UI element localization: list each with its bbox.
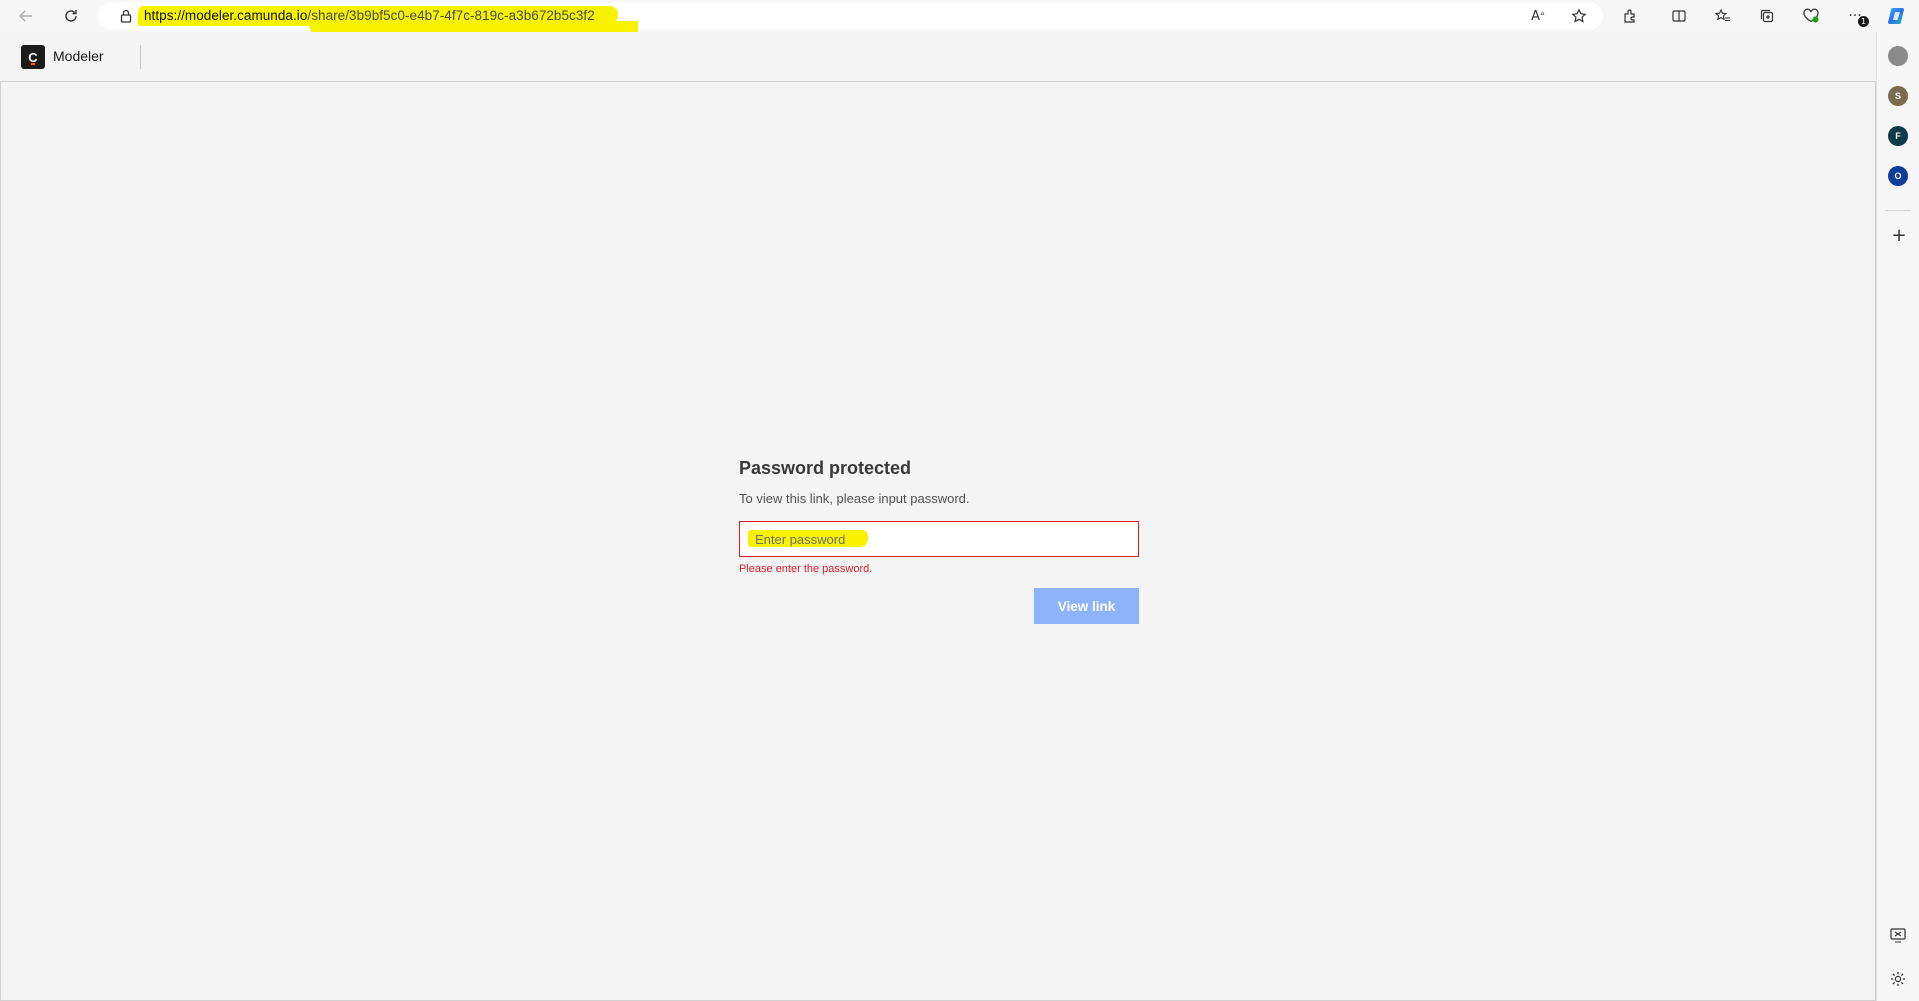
- sidebar-profile-3[interactable]: F: [1888, 126, 1908, 146]
- password-panel: Password protected To view this link, pl…: [739, 456, 1139, 624]
- settings-gear-icon[interactable]: [1889, 970, 1907, 993]
- browser-essentials-icon[interactable]: [1799, 4, 1823, 28]
- app-header: C Modeler: [0, 32, 1876, 82]
- sidebar-profile-1[interactable]: [1888, 46, 1908, 66]
- sidebar-profile-3-letter: F: [1895, 131, 1901, 141]
- screenshot-icon[interactable]: [1889, 926, 1907, 949]
- sidebar-profile-4[interactable]: O: [1888, 166, 1908, 186]
- password-field: [739, 521, 1139, 557]
- more-icon[interactable]: ··· 1: [1843, 4, 1869, 28]
- url-host: https://modeler.camunda.io: [144, 8, 308, 23]
- password-title: Password protected: [739, 458, 912, 478]
- logo-accent: [31, 63, 35, 65]
- password-input[interactable]: [740, 522, 1138, 556]
- favorites-icon[interactable]: [1711, 4, 1735, 28]
- collections-icon[interactable]: [1755, 4, 1779, 28]
- add-icon[interactable]: +: [1889, 226, 1909, 246]
- sidebar-profile-2[interactable]: S: [1888, 86, 1908, 106]
- extensions-icon[interactable]: [1618, 4, 1642, 28]
- browser-sidebar: S F O +: [1876, 32, 1919, 1001]
- view-link-button[interactable]: View link: [1034, 588, 1139, 624]
- sidebar-profile-4-letter: O: [1894, 171, 1902, 181]
- header-divider: [140, 45, 141, 69]
- notification-badge: 1: [1858, 16, 1869, 27]
- password-error-message: Please enter the password.: [739, 563, 873, 575]
- url-path: /share/3b9bf5c0-e4b7-4f7c-819c-a3b672b5c…: [307, 8, 595, 23]
- favorite-star-icon[interactable]: [1567, 4, 1591, 28]
- url-text[interactable]: https://modeler.camunda.io/share/3b9bf5c…: [144, 6, 595, 26]
- sidebar-divider: [1885, 210, 1911, 211]
- copilot-icon[interactable]: [1885, 4, 1909, 28]
- split-screen-icon[interactable]: [1667, 4, 1691, 28]
- browser-toolbar: https://modeler.camunda.io/share/3b9bf5c…: [0, 0, 1919, 39]
- back-icon[interactable]: [14, 4, 38, 28]
- password-description: To view this link, please input password…: [739, 491, 970, 506]
- app-name[interactable]: Modeler: [53, 48, 104, 64]
- address-bar[interactable]: https://modeler.camunda.io/share/3b9bf5c…: [98, 2, 1603, 39]
- camunda-logo-icon[interactable]: C: [21, 45, 45, 69]
- sidebar-profile-2-letter: S: [1894, 91, 1901, 101]
- lock-icon[interactable]: [118, 8, 134, 24]
- refresh-icon[interactable]: [59, 4, 83, 28]
- read-aloud-icon[interactable]: Aᐞ: [1526, 4, 1550, 28]
